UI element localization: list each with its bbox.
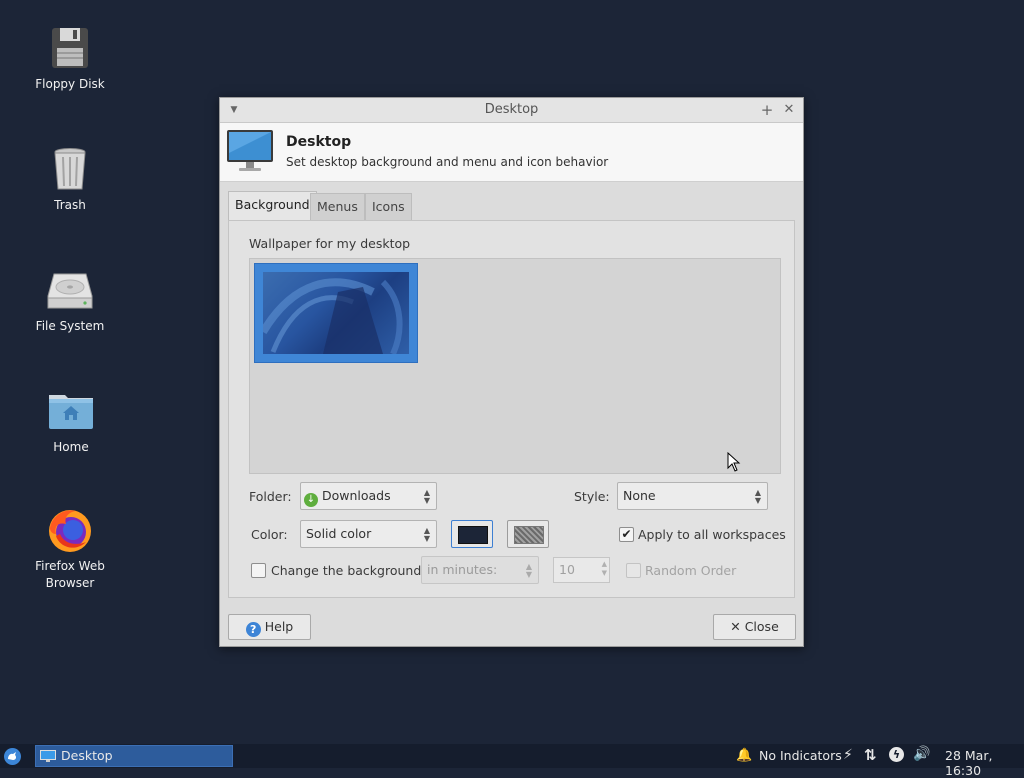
notification-bell-icon[interactable]: 🔔 xyxy=(736,747,752,765)
wallpaper-list[interactable] xyxy=(249,258,781,474)
mouse-cursor-icon xyxy=(727,451,741,472)
desktop-icon-firefox[interactable]: Firefox Web Browser xyxy=(25,506,115,592)
close-window-icon[interactable]: ✕ xyxy=(779,98,799,122)
network-icon[interactable]: ⇅ xyxy=(864,746,877,764)
secondary-color-button[interactable] xyxy=(507,520,549,548)
random-order-label: Random Order xyxy=(645,563,737,578)
style-dropdown[interactable]: None ▲ ▼ xyxy=(617,482,768,510)
monitor-icon xyxy=(226,129,274,173)
taskbar-item-desktop[interactable]: Desktop xyxy=(35,745,233,767)
floppy-disk-icon xyxy=(46,24,94,72)
taskbar-item-label: Desktop xyxy=(61,748,113,763)
volume-icon[interactable]: 🔊 xyxy=(913,746,930,762)
wallpaper-thumbnail-image xyxy=(263,272,409,354)
clock[interactable]: 28 Mar, 16:30 xyxy=(945,748,1024,778)
folder-dropdown[interactable]: ↓ Downloads ▲ ▼ xyxy=(300,482,437,510)
color-mode-dropdown[interactable]: Solid color ▲ ▼ xyxy=(300,520,437,548)
primary-color-swatch xyxy=(458,526,488,544)
window-title: Desktop xyxy=(484,102,539,117)
window-menu-icon[interactable]: ▼ xyxy=(224,98,244,122)
power-icon[interactable]: ϟ xyxy=(889,747,904,762)
color-mode-value: Solid color xyxy=(306,526,372,541)
desktop-icon-home[interactable]: Home xyxy=(26,387,116,456)
hard-drive-icon xyxy=(46,266,94,314)
desktop-icon-floppy-disk[interactable]: Floppy Disk xyxy=(25,24,115,93)
minutes-spinbox[interactable]: 10 ▲ ▼ xyxy=(553,557,610,583)
spin-arrows-icon: ▲ ▼ xyxy=(754,488,761,505)
interval-dropdown[interactable]: in minutes: ▲ ▼ xyxy=(421,556,539,584)
indicators-label[interactable]: No Indicators xyxy=(759,748,842,763)
wallpaper-thumbnail-selected[interactable] xyxy=(254,263,418,363)
secondary-color-swatch xyxy=(514,526,544,544)
spin-arrows-icon: ▲ ▼ xyxy=(423,488,430,505)
change-background-checkbox[interactable] xyxy=(251,563,266,578)
firefox-icon xyxy=(46,506,94,554)
help-icon: ? xyxy=(245,622,261,637)
close-label: Close xyxy=(744,619,779,634)
home-folder-icon xyxy=(47,387,95,435)
spin-arrows-icon: ▲ ▼ xyxy=(525,562,532,579)
clipboard-icon[interactable]: ⚡ xyxy=(843,747,853,763)
dialog-title: Desktop xyxy=(286,134,352,150)
maximize-icon[interactable]: + xyxy=(757,98,777,122)
help-label: Help xyxy=(264,619,294,634)
spin-arrows-icon: ▲ ▼ xyxy=(423,526,430,543)
spin-arrows-icon: ▲ ▼ xyxy=(601,560,607,577)
tab-icons[interactable]: Icons xyxy=(365,193,412,220)
tab-menus[interactable]: Menus xyxy=(310,193,365,220)
desktop-icon-label: File System xyxy=(35,319,105,333)
dialog-subtitle: Set desktop background and menu and icon… xyxy=(286,155,609,169)
help-button[interactable]: ? Help xyxy=(228,614,311,640)
tab-background[interactable]: Background xyxy=(228,191,317,220)
taskbar: Desktop 🔔 No Indicators ⚡ ⇅ ϟ 🔊 28 Mar, … xyxy=(0,744,1024,778)
download-icon: ↓ xyxy=(304,493,318,507)
desktop-icon-label: Firefox Web Browser xyxy=(35,559,105,590)
whisker-menu-icon[interactable] xyxy=(4,748,21,765)
folder-value: Downloads xyxy=(321,488,391,503)
dialog-header: Desktop Set desktop background and menu … xyxy=(220,123,803,182)
desktop-settings-window: ▼ Desktop + ✕ Desktop Set desktop backgr… xyxy=(219,97,804,647)
change-background-label: Change the background xyxy=(271,563,422,578)
primary-color-button[interactable] xyxy=(451,520,493,548)
interval-value: in minutes: xyxy=(427,562,498,577)
monitor-icon xyxy=(40,749,56,762)
style-label: Style: xyxy=(574,489,610,504)
close-button[interactable]: ✕ Close xyxy=(713,614,796,640)
desktop-icon-label: Trash xyxy=(54,198,86,212)
trash-icon xyxy=(46,145,94,193)
folder-label: Folder: xyxy=(249,489,292,504)
desktop-icon-file-system[interactable]: File System xyxy=(25,266,115,335)
desktop-icon-trash[interactable]: Trash xyxy=(25,145,115,214)
apply-all-workspaces-label: Apply to all workspaces xyxy=(638,527,786,542)
color-label: Color: xyxy=(251,527,288,542)
close-icon: ✕ xyxy=(730,619,741,634)
apply-all-workspaces-checkbox[interactable]: ✔ xyxy=(619,527,634,542)
wallpaper-label: Wallpaper for my desktop xyxy=(249,236,411,251)
minutes-value: 10 xyxy=(559,562,575,577)
desktop-icon-label: Home xyxy=(53,440,89,454)
desktop-icon-label: Floppy Disk xyxy=(35,77,105,91)
window-titlebar[interactable]: ▼ Desktop + ✕ xyxy=(220,98,803,123)
style-value: None xyxy=(623,488,656,503)
background-tab-panel: Wallpaper for my desktop Folder: ↓ Downl… xyxy=(228,220,795,598)
random-order-checkbox[interactable] xyxy=(626,563,641,578)
